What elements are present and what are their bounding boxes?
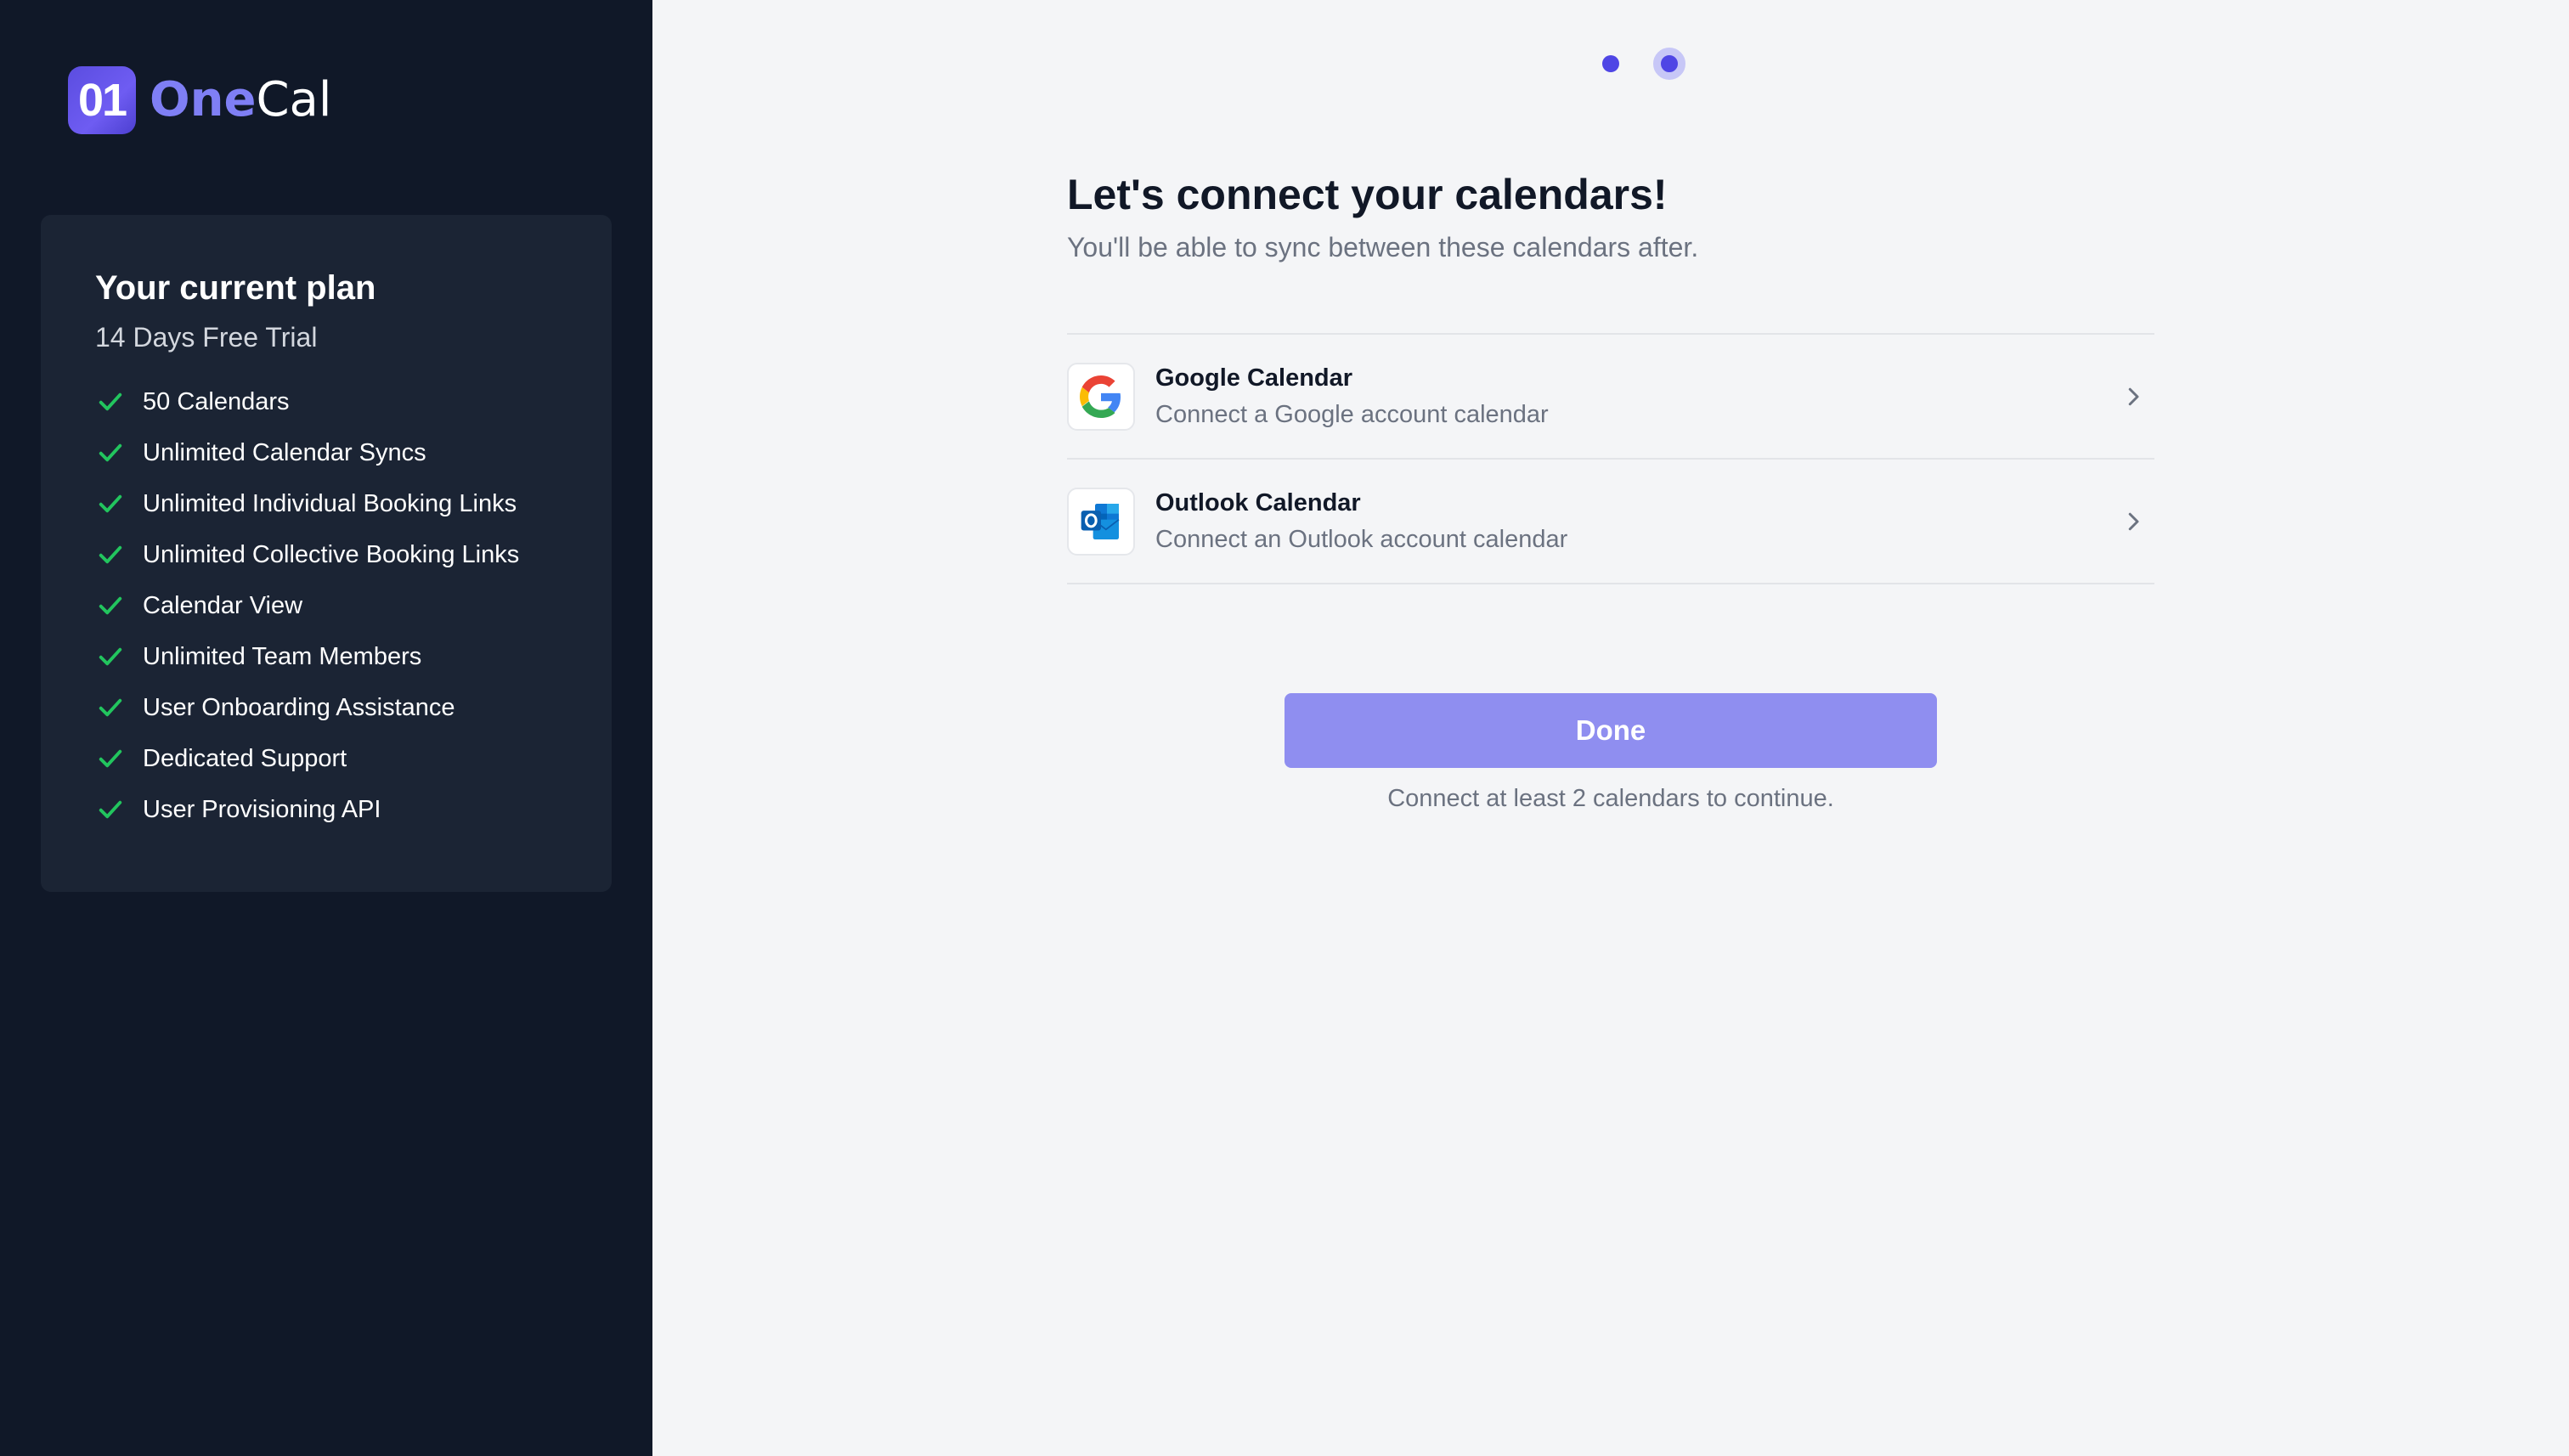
check-icon xyxy=(99,392,122,411)
check-icon xyxy=(99,494,122,513)
check-icon xyxy=(99,596,122,615)
done-section: Done Connect at least 2 calendars to con… xyxy=(1067,693,2154,813)
connect-calendars-section: Let's connect your calendars! You'll be … xyxy=(1067,172,2154,813)
done-button[interactable]: Done xyxy=(1284,693,1937,768)
logo-word-cal: Cal xyxy=(256,72,332,127)
outlook-calendar-text: Outlook Calendar Connect an Outlook acco… xyxy=(1155,489,2120,554)
feature-item: Unlimited Individual Booking Links xyxy=(95,478,557,529)
check-icon xyxy=(99,443,122,462)
feature-label: Unlimited Calendar Syncs xyxy=(143,438,426,466)
feature-label: User Onboarding Assistance xyxy=(143,693,455,721)
onboarding-stepper xyxy=(1602,48,1685,80)
logo-word-one: One xyxy=(150,72,257,127)
google-calendar-option[interactable]: Google Calendar Connect a Google account… xyxy=(1067,335,2154,460)
feature-label: Calendar View xyxy=(143,591,303,619)
plan-subtitle: 14 Days Free Trial xyxy=(95,322,318,353)
feature-label: User Provisioning API xyxy=(143,795,381,823)
provider-name: Google Calendar xyxy=(1155,364,1353,392)
feature-item: Calendar View xyxy=(95,580,557,631)
check-icon xyxy=(99,698,122,717)
feature-label: Unlimited Individual Booking Links xyxy=(143,489,517,517)
feature-item: Unlimited Calendar Syncs xyxy=(95,427,557,478)
step-dot-1[interactable] xyxy=(1602,55,1619,72)
feature-item: 50 Calendars xyxy=(95,376,557,427)
page-title: Let's connect your calendars! xyxy=(1067,171,1668,218)
feature-item: Unlimited Team Members xyxy=(95,631,557,682)
provider-name: Outlook Calendar xyxy=(1155,488,1361,516)
chevron-right-icon xyxy=(2128,387,2139,405)
google-icon xyxy=(1067,362,1135,431)
feature-label: 50 Calendars xyxy=(143,387,290,415)
provider-list: Google Calendar Connect a Google account… xyxy=(1067,333,2154,584)
feature-item: User Onboarding Assistance xyxy=(95,682,557,733)
feature-item: User Provisioning API xyxy=(95,784,557,835)
check-icon xyxy=(99,749,122,768)
feature-label: Unlimited Team Members xyxy=(143,642,422,670)
plan-card: Your current plan 14 Days Free Trial 50 … xyxy=(41,215,612,892)
chevron-right-icon xyxy=(2128,512,2139,530)
outlook-icon xyxy=(1067,487,1135,556)
main-panel: Let's connect your calendars! You'll be … xyxy=(652,0,2569,1456)
onecal-logo[interactable]: 01 OneCal xyxy=(68,66,331,134)
feature-item: Dedicated Support xyxy=(95,733,557,784)
page-subtitle: You'll be able to sync between these cal… xyxy=(1067,232,1699,262)
provider-description: Connect a Google account calendar xyxy=(1155,400,1549,428)
logo-badge: 01 xyxy=(68,66,136,134)
logo-wordmark: OneCal xyxy=(150,76,331,124)
step-dot-2-active[interactable] xyxy=(1653,48,1685,80)
outlook-calendar-option[interactable]: Outlook Calendar Connect an Outlook acco… xyxy=(1067,460,2154,584)
provider-description: Connect an Outlook account calendar xyxy=(1155,525,1568,553)
check-icon xyxy=(99,800,122,819)
feature-label: Unlimited Collective Booking Links xyxy=(143,540,520,568)
feature-label: Dedicated Support xyxy=(143,744,347,772)
plan-title: Your current plan xyxy=(95,269,376,307)
check-icon xyxy=(99,545,122,564)
done-hint: Connect at least 2 calendars to continue… xyxy=(1387,785,1834,812)
google-calendar-text: Google Calendar Connect a Google account… xyxy=(1155,364,2120,429)
feature-item: Unlimited Collective Booking Links xyxy=(95,529,557,580)
feature-list: 50 Calendars Unlimited Calendar Syncs Un… xyxy=(95,376,557,835)
check-icon xyxy=(99,647,122,666)
sidebar: 01 OneCal Your current plan 14 Days Free… xyxy=(0,0,652,1456)
